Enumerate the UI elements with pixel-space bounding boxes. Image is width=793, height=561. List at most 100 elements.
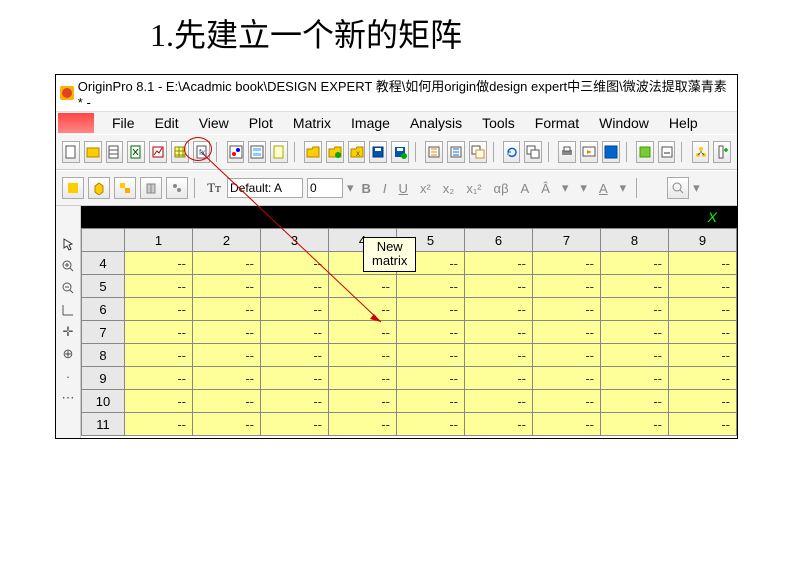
italic-button[interactable]: I: [379, 181, 391, 196]
matrix-cell[interactable]: --: [261, 344, 329, 367]
matrix-cell[interactable]: --: [465, 344, 533, 367]
matrix-cell[interactable]: --: [465, 413, 533, 436]
import-multi-button[interactable]: [469, 141, 487, 163]
rescale-tool[interactable]: [60, 302, 76, 318]
new-matrix-button[interactable]: [171, 141, 189, 163]
matrix-cell[interactable]: --: [397, 275, 465, 298]
col-header[interactable]: 7: [533, 229, 601, 252]
duplicate-button[interactable]: [524, 141, 542, 163]
col-header[interactable]: [82, 229, 125, 252]
matrix-cell[interactable]: --: [261, 321, 329, 344]
project-explorer-button[interactable]: [692, 141, 710, 163]
matrix-cell[interactable]: --: [601, 344, 669, 367]
row-header[interactable]: 10: [82, 390, 125, 413]
matrix-cell[interactable]: --: [261, 252, 329, 275]
text-tool-icon[interactable]: Ƭᴛ: [205, 179, 223, 197]
row-header[interactable]: 6: [82, 298, 125, 321]
col-header[interactable]: 6: [465, 229, 533, 252]
row-header[interactable]: 7: [82, 321, 125, 344]
matrix-cell[interactable]: --: [329, 367, 397, 390]
menu-file[interactable]: File: [102, 113, 145, 133]
explorer-button[interactable]: [602, 141, 620, 163]
font-inc-button[interactable]: A: [517, 181, 534, 196]
menu-matrix[interactable]: Matrix: [283, 113, 341, 133]
matrix-cell[interactable]: --: [261, 413, 329, 436]
matrix-cell[interactable]: --: [669, 390, 737, 413]
matrix-cell[interactable]: --: [125, 344, 193, 367]
matrix-cell[interactable]: --: [329, 321, 397, 344]
bold-button[interactable]: B: [358, 181, 375, 196]
menu-help[interactable]: Help: [659, 113, 708, 133]
matrix-cell[interactable]: --: [329, 344, 397, 367]
matrix-cell[interactable]: --: [397, 298, 465, 321]
import-single-button[interactable]: [447, 141, 465, 163]
matrix-cell[interactable]: --: [329, 390, 397, 413]
row-header[interactable]: 11: [82, 413, 125, 436]
matrix-cell[interactable]: --: [125, 413, 193, 436]
zoom-out-tool[interactable]: [60, 280, 76, 296]
matrix-cell[interactable]: --: [533, 275, 601, 298]
matrix-cell[interactable]: --: [669, 367, 737, 390]
misc1-button[interactable]: Â: [537, 181, 554, 196]
matrix-cell[interactable]: --: [397, 390, 465, 413]
refresh-button[interactable]: [503, 141, 521, 163]
misc2-button[interactable]: ▾: [558, 180, 573, 196]
row-header[interactable]: 4: [82, 252, 125, 275]
menu-window[interactable]: Window: [589, 113, 659, 133]
style-3d-button[interactable]: [88, 177, 110, 199]
new-workbook-button[interactable]: [106, 141, 124, 163]
matrix-cell[interactable]: --: [193, 413, 261, 436]
matrix-cell[interactable]: --: [533, 321, 601, 344]
slideshow-button[interactable]: [580, 141, 598, 163]
zoom-tool-button[interactable]: [667, 177, 689, 199]
menu-edit[interactable]: Edit: [145, 113, 189, 133]
subscript-button[interactable]: x₂: [439, 181, 459, 196]
matrix-cell[interactable]: --: [465, 252, 533, 275]
open-excel-button[interactable]: X: [348, 141, 366, 163]
underline-button[interactable]: U: [395, 181, 412, 196]
new-function-button[interactable]: fx: [193, 141, 211, 163]
save-template-button[interactable]: [391, 141, 409, 163]
matrix-cell[interactable]: --: [669, 413, 737, 436]
matrix-cell[interactable]: --: [125, 275, 193, 298]
open-template-button[interactable]: [326, 141, 344, 163]
results-log-button[interactable]: [636, 141, 654, 163]
matrix-cell[interactable]: --: [125, 252, 193, 275]
reader-tool[interactable]: ✛: [60, 324, 76, 340]
greek-button[interactable]: αβ: [490, 181, 513, 196]
sheet-tab-x[interactable]: X: [698, 209, 727, 225]
matrix-cell[interactable]: --: [261, 275, 329, 298]
matrix-cell[interactable]: --: [533, 298, 601, 321]
col-header[interactable]: 8: [601, 229, 669, 252]
matrix-cell[interactable]: --: [193, 321, 261, 344]
matrix-cell[interactable]: --: [533, 390, 601, 413]
matrix-cell[interactable]: --: [601, 367, 669, 390]
region-tool[interactable]: ⋯: [60, 390, 76, 406]
menu-image[interactable]: Image: [341, 113, 400, 133]
save-button[interactable]: [369, 141, 387, 163]
matrix-cell[interactable]: --: [261, 298, 329, 321]
matrix-cell[interactable]: --: [601, 321, 669, 344]
matrix-cell[interactable]: --: [261, 367, 329, 390]
style-group-button[interactable]: [166, 177, 188, 199]
pointer-tool[interactable]: [60, 236, 76, 252]
open-button[interactable]: [304, 141, 322, 163]
matrix-cell[interactable]: --: [533, 344, 601, 367]
menu-format[interactable]: Format: [525, 113, 589, 133]
new-layout-button[interactable]: [248, 141, 266, 163]
misc4-button[interactable]: ▾: [616, 180, 631, 196]
matrix-cell[interactable]: --: [397, 413, 465, 436]
matrix-cell[interactable]: --: [261, 390, 329, 413]
data-reader-tool[interactable]: ⊕: [60, 346, 76, 362]
matrix-cell[interactable]: --: [669, 321, 737, 344]
row-header[interactable]: 8: [82, 344, 125, 367]
print-button[interactable]: [558, 141, 576, 163]
matrix-cell[interactable]: --: [329, 413, 397, 436]
misc3-button[interactable]: ▾: [576, 180, 591, 196]
style-book-button[interactable]: [140, 177, 162, 199]
matrix-cell[interactable]: --: [669, 298, 737, 321]
cursor-tool[interactable]: ·: [60, 368, 76, 384]
supersub-button[interactable]: x₁²: [462, 181, 485, 196]
new-project-button[interactable]: [62, 141, 80, 163]
new-graph-button[interactable]: [149, 141, 167, 163]
